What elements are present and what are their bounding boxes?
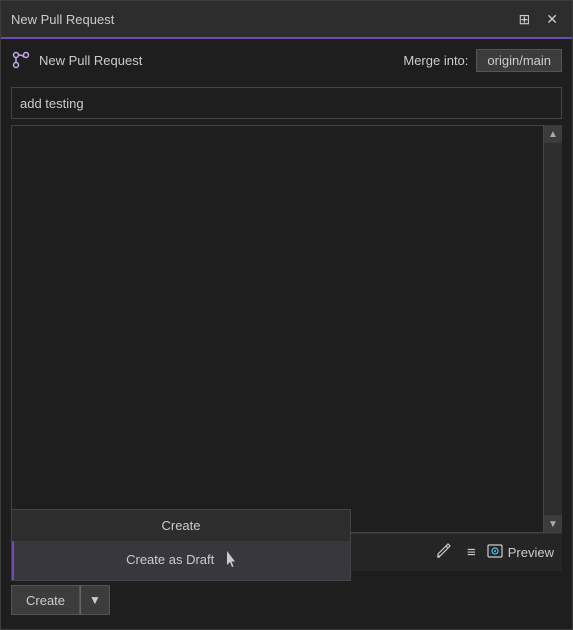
close-button[interactable]: ✕ (542, 10, 562, 28)
create-button[interactable]: Create (11, 585, 80, 615)
merge-into-label: Merge into: (403, 53, 468, 68)
title-bar: New Pull Request ⊞ ✕ (1, 1, 572, 39)
preview-label: Preview (508, 545, 554, 560)
preview-icon (486, 542, 504, 563)
edit-icon[interactable] (431, 539, 457, 566)
pr-title-input[interactable] (11, 87, 562, 119)
dropdown-arrow-button[interactable]: ▼ (80, 585, 110, 615)
dropdown-menu: Create Create as Draft (11, 509, 351, 581)
scrollbar-thumb-area[interactable] (544, 143, 562, 515)
pin-button[interactable]: ⊞ (515, 10, 535, 28)
cursor-icon (224, 549, 238, 572)
title-bar-controls: ⊞ ✕ (515, 10, 562, 28)
window-title: New Pull Request (11, 12, 515, 27)
menu-item-create[interactable]: Create (12, 510, 350, 541)
merge-into-value[interactable]: origin/main (476, 49, 562, 72)
menu-item-create-as-draft[interactable]: Create as Draft (12, 541, 350, 580)
description-area: ▲ ▼ (11, 125, 562, 533)
toolbar: New Pull Request Merge into: origin/main (1, 39, 572, 81)
actions-row: Create ▼ (11, 577, 562, 619)
content-area: ▲ ▼ ≡ (1, 81, 572, 629)
scroll-up-arrow[interactable]: ▲ (544, 125, 562, 143)
hash-icon[interactable]: ≡ (463, 542, 480, 563)
pr-icon (11, 50, 31, 70)
toolbar-title: New Pull Request (39, 53, 142, 68)
scroll-down-arrow[interactable]: ▼ (544, 515, 562, 533)
pr-description-textarea[interactable] (11, 125, 544, 533)
new-pull-request-window: New Pull Request ⊞ ✕ New Pull Request Me… (0, 0, 573, 630)
preview-button[interactable]: Preview (486, 542, 554, 563)
scrollbar-track[interactable]: ▲ ▼ (544, 125, 562, 533)
